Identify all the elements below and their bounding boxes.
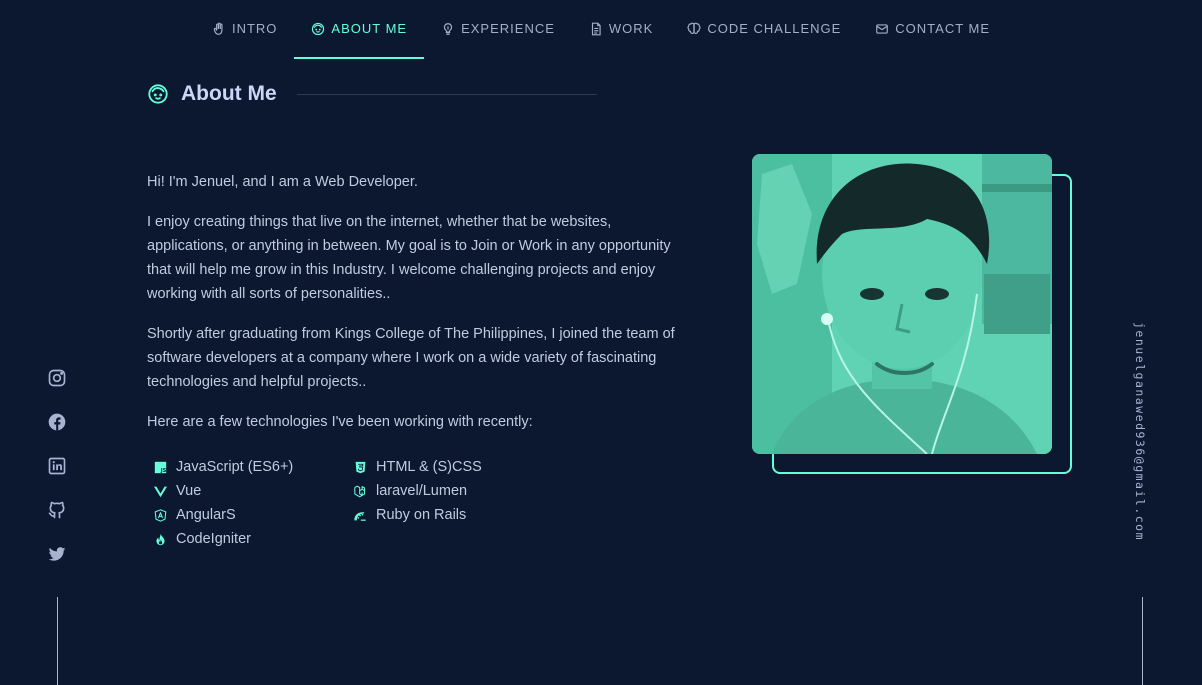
email-divider (1142, 597, 1143, 685)
list-item: JS JavaScript (ES6+) (153, 455, 353, 479)
list-item: AngularS (153, 503, 353, 527)
nav-item-work[interactable]: Work (572, 0, 670, 59)
document-icon (589, 22, 603, 36)
linkedin-icon[interactable] (47, 456, 67, 476)
nav-item-intro[interactable]: Intro (195, 0, 294, 59)
brain-icon (687, 22, 701, 36)
tech-label: laravel/Lumen (376, 483, 468, 499)
heading-divider (296, 93, 597, 95)
instagram-icon[interactable] (47, 368, 67, 388)
social-divider (57, 597, 58, 685)
tech-label: HTML & (S)CSS (376, 459, 482, 475)
mail-icon (875, 22, 889, 36)
nav-label: Code Challenge (707, 21, 842, 36)
about-paragraph: I enjoy creating things that live on the… (147, 214, 671, 302)
profile-photo (752, 154, 1052, 454)
email-link[interactable]: jenuelganawed936@gmail.com (1133, 322, 1147, 541)
twitter-icon[interactable] (47, 544, 67, 564)
tech-label: JavaScript (ES6+) (176, 459, 294, 475)
facebook-icon[interactable] (47, 412, 67, 432)
social-links (47, 368, 67, 564)
about-paragraph: Here are a few technologies I've been wo… (147, 414, 533, 430)
hand-icon (212, 22, 226, 36)
angular-icon (153, 508, 167, 522)
nav-label: Work (608, 21, 654, 36)
about-text: Hi! I'm Jenuel, and I am a Web Developer… (147, 170, 692, 450)
face-icon (311, 22, 325, 36)
nav-label: Contact Me (895, 21, 991, 36)
tech-label: Ruby on Rails (376, 507, 467, 523)
nav-item-contact-me[interactable]: Contact Me (858, 0, 1007, 59)
list-item: laravel/Lumen (353, 479, 553, 503)
vue-icon (153, 484, 167, 498)
top-nav: Intro About Me Experience Work Code Chal… (0, 0, 1202, 60)
nav-item-experience[interactable]: Experience (424, 0, 572, 59)
github-icon[interactable] (47, 500, 67, 520)
nav-label: Experience (461, 21, 555, 36)
technologies-list: JS JavaScript (ES6+) HTML & (S)CSS Vue l… (153, 455, 553, 551)
tech-label: CodeIgniter (176, 531, 251, 547)
rails-icon (353, 508, 367, 522)
list-item: Ruby on Rails (353, 503, 553, 527)
tech-label: AngularS (176, 507, 236, 523)
nav-label: About Me (331, 21, 408, 36)
html5-icon (353, 460, 367, 474)
nav-item-about-me[interactable]: About Me (294, 0, 425, 59)
face-icon (147, 83, 169, 105)
nav-label: Intro (231, 21, 278, 36)
list-item: Vue (153, 479, 353, 503)
about-paragraph: Shortly after graduating from Kings Coll… (147, 326, 675, 390)
list-item: CodeIgniter (153, 527, 353, 551)
nav-item-code-challenge[interactable]: Code Challenge (670, 0, 858, 59)
codeigniter-icon (153, 532, 167, 546)
lightbulb-icon (441, 22, 455, 36)
about-paragraph: Hi! I'm Jenuel, and I am a Web Developer… (147, 174, 418, 190)
page-title: About Me (181, 82, 277, 105)
list-item: HTML & (S)CSS (353, 455, 553, 479)
section-heading: About Me (147, 82, 597, 106)
svg-text:JS: JS (159, 467, 166, 473)
laravel-icon (353, 484, 367, 498)
javascript-icon: JS (153, 460, 167, 474)
tech-label: Vue (176, 483, 202, 499)
